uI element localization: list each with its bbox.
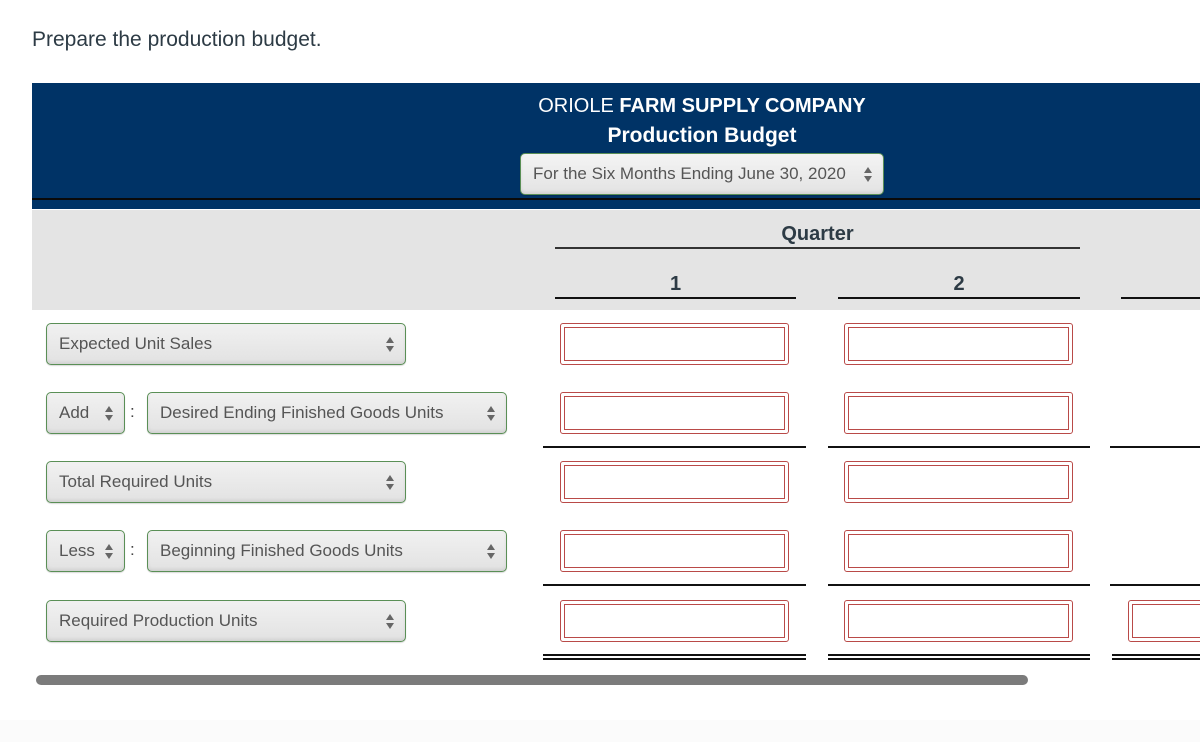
row-2-operator-value: Add — [59, 403, 90, 422]
quarter-group-label: Quarter — [781, 223, 854, 245]
quarter-group-rule — [555, 247, 1080, 249]
period-select[interactable]: For the Six Months Ending June 30, 2020 — [520, 153, 884, 195]
quarter-1-rule — [555, 297, 796, 299]
row-4-q2-field[interactable] — [849, 535, 1068, 567]
row-5-q2-input[interactable] — [844, 600, 1073, 642]
row-1-label-select[interactable]: Expected Unit Sales — [46, 323, 406, 365]
row-4-operator-select[interactable]: Less — [46, 530, 125, 572]
row-2-separator: : — [130, 402, 135, 421]
period-select-value: For the Six Months Ending June 30, 2020 — [533, 164, 846, 183]
row-2-q2-field[interactable] — [849, 397, 1068, 429]
updown-arrows-icon — [105, 406, 114, 422]
updown-arrows-icon — [386, 475, 395, 491]
row-5-q1-total-double-rule — [543, 654, 806, 660]
row-2-q2-subtotal-rule — [828, 446, 1090, 448]
row-1-label-value: Expected Unit Sales — [59, 334, 213, 353]
row-1-q2-field[interactable] — [849, 328, 1068, 360]
row-5-label-value: Required Production Units — [59, 611, 258, 630]
row-1-q1-field[interactable] — [565, 328, 784, 360]
updown-arrows-icon — [386, 337, 395, 353]
row-3-q2-field[interactable] — [849, 466, 1068, 498]
row-4-operator-value: Less — [59, 541, 95, 560]
row-5-q3-field[interactable] — [1133, 605, 1200, 637]
row-4-q1-input[interactable] — [560, 530, 789, 572]
row-3-q2-input[interactable] — [844, 461, 1073, 503]
updown-arrows-icon — [386, 614, 395, 630]
row-4-separator: : — [130, 540, 135, 559]
row-2-q1-field[interactable] — [565, 397, 784, 429]
updown-arrows-icon — [864, 167, 873, 183]
row-1-q1-input[interactable] — [560, 323, 789, 365]
company-name: ORIOLE FARM SUPPLY COMPANY — [32, 95, 1200, 118]
header-rule — [32, 198, 1200, 200]
company-name-bold: FARM SUPPLY COMPANY — [619, 95, 866, 117]
row-5-q3-input[interactable] — [1128, 600, 1200, 642]
row-5-q2-field[interactable] — [849, 605, 1068, 637]
row-5-label-select[interactable]: Required Production Units — [46, 600, 406, 642]
quarter-1-label: 1 — [669, 273, 682, 295]
row-2-operator-select[interactable]: Add — [46, 392, 125, 434]
updown-arrows-icon — [487, 406, 496, 422]
row-5-q3-total-double-rule — [1112, 654, 1200, 660]
row-3-label-select[interactable]: Total Required Units — [46, 461, 406, 503]
quarter-3-rule — [1121, 297, 1200, 299]
updown-arrows-icon — [487, 544, 496, 560]
row-5-q1-input[interactable] — [560, 600, 789, 642]
row-4-q2-subtotal-rule — [828, 584, 1090, 586]
row-1-q2-input[interactable] — [844, 323, 1073, 365]
row-5-q1-field[interactable] — [565, 605, 784, 637]
row-3-q1-input[interactable] — [560, 461, 789, 503]
row-2-q3-subtotal-rule — [1110, 446, 1200, 448]
page-bottom — [0, 720, 1200, 742]
row-5-q2-total-double-rule — [828, 654, 1090, 660]
row-2-q2-input[interactable] — [844, 392, 1073, 434]
updown-arrows-icon — [105, 544, 114, 560]
row-4-label-value: Beginning Finished Goods Units — [160, 541, 403, 560]
row-4-q1-subtotal-rule — [543, 584, 806, 586]
horizontal-scrollbar-thumb[interactable] — [36, 675, 1028, 685]
quarter-2-label: 2 — [953, 273, 965, 295]
row-2-label-value: Desired Ending Finished Goods Units — [160, 403, 444, 422]
report-title: Production Budget — [607, 124, 797, 147]
row-2-q1-subtotal-rule — [543, 446, 806, 448]
row-4-q1-field[interactable] — [565, 535, 784, 567]
row-2-label-select[interactable]: Desired Ending Finished Goods Units — [147, 392, 507, 434]
quarter-2-rule — [838, 297, 1080, 299]
instruction-text: Prepare the production budget. — [32, 28, 322, 51]
row-4-q2-input[interactable] — [844, 530, 1073, 572]
row-4-label-select[interactable]: Beginning Finished Goods Units — [147, 530, 507, 572]
row-4-q3-subtotal-rule — [1110, 584, 1200, 586]
company-prefix: ORIOLE — [538, 95, 614, 117]
row-2-q1-input[interactable] — [560, 392, 789, 434]
row-3-q1-field[interactable] — [565, 466, 784, 498]
row-3-label-value: Total Required Units — [59, 472, 213, 491]
